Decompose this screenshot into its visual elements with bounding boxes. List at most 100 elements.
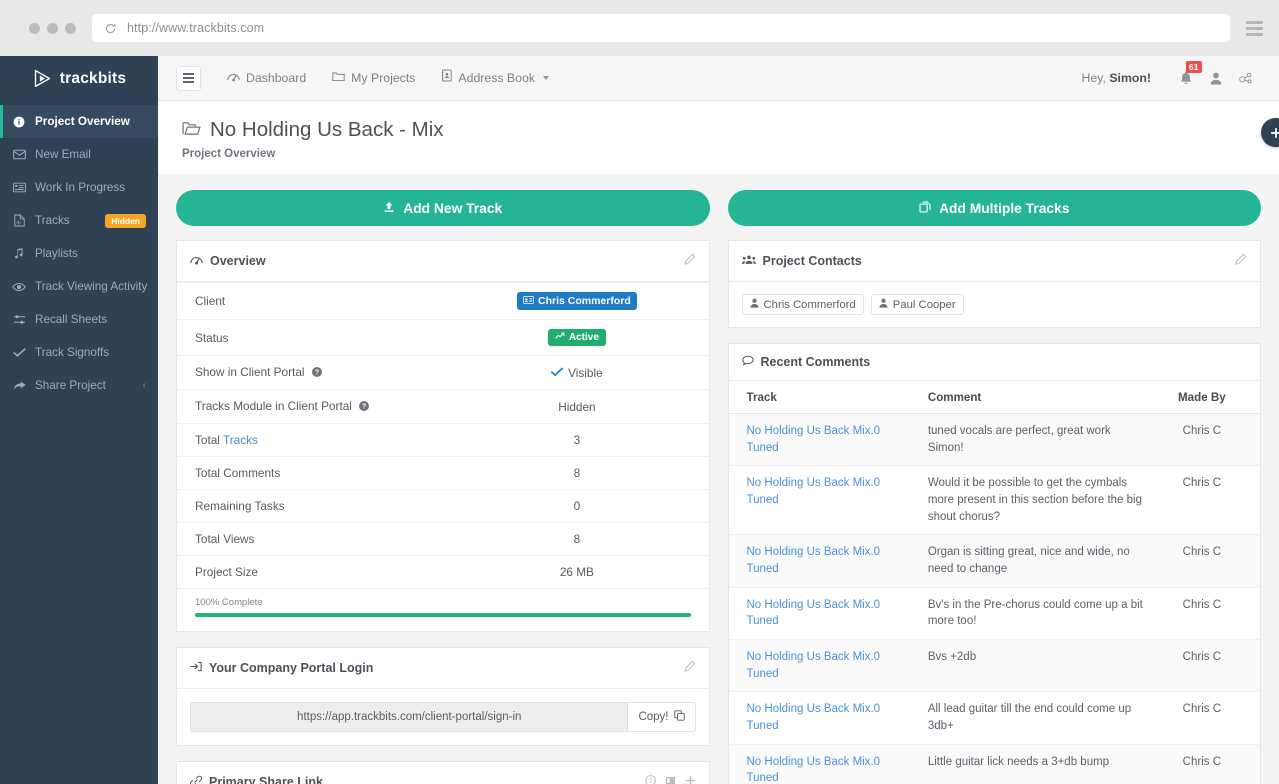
copy-portal-url-button[interactable]: Copy!: [627, 702, 696, 732]
help-circle-icon[interactable]: ?: [359, 400, 370, 414]
notifications-button[interactable]: 61: [1171, 61, 1202, 93]
brand-name: trackbits: [59, 69, 127, 87]
table-row[interactable]: No Holding Us Back Mix.0 Tuned tuned voc…: [728, 413, 1260, 467]
row-label: Show in Client Portal ?: [177, 356, 485, 390]
svg-text:?: ?: [362, 403, 366, 411]
sidebar-item-share-project[interactable]: Share Project ‹: [0, 369, 158, 402]
sidebar-item-project-overview[interactable]: Project Overview: [0, 105, 158, 138]
table-row[interactable]: No Holding Us Back Mix.0 Tuned Bvs +2db …: [728, 639, 1260, 693]
help-circle-icon[interactable]: ?: [311, 366, 322, 380]
sidebar-item-label: Playlists: [35, 247, 78, 260]
topnav-item-my-projects[interactable]: My Projects: [319, 56, 428, 101]
copy-label: Copy!: [638, 711, 669, 723]
sidebar-toggle-button[interactable]: [176, 65, 201, 91]
add-new-track-label: Add New Track: [403, 200, 503, 216]
page-title: No Holding Us Back - Mix: [182, 118, 1255, 142]
sidebar-item-tracks[interactable]: Tracks Hidden: [0, 204, 158, 237]
topnav-item-address-book[interactable]: Address Book: [428, 56, 562, 101]
folder-icon: [332, 56, 345, 101]
window-close-dot[interactable]: [29, 22, 40, 34]
table-row[interactable]: No Holding Us Back Mix.0 Tuned Organ is …: [728, 534, 1260, 588]
overview-row-project-size: Project Size 26 MB: [177, 556, 709, 589]
recent-comments-table: Track Comment Made By No Holding Us Back…: [728, 381, 1260, 784]
user-profile-button[interactable]: [1201, 63, 1231, 93]
dashboard-icon: [227, 56, 240, 101]
comment-author-cell: Chris C: [1153, 587, 1260, 641]
user-icon: [749, 298, 759, 311]
window-minimize-dot[interactable]: [47, 22, 58, 34]
track-link[interactable]: No Holding Us Back Mix.0 Tuned: [747, 477, 881, 506]
track-link[interactable]: No Holding Us Back Mix.0 Tuned: [747, 425, 881, 454]
copy-multiple-icon: [919, 200, 931, 216]
brand-logo-area[interactable]: trackbits: [0, 56, 158, 101]
progress-bar-track: [195, 613, 691, 617]
sign-in-icon: [190, 661, 202, 675]
window-maximize-dot[interactable]: [65, 22, 76, 34]
sidebar-item-work-in-progress[interactable]: Work In Progress: [0, 171, 158, 204]
add-new-track-button[interactable]: Add New Track: [176, 190, 710, 226]
row-value: Visible: [485, 356, 708, 390]
table-row[interactable]: No Holding Us Back Mix.0 Tuned Would it …: [728, 465, 1260, 536]
sidebar-item-track-viewing-activity[interactable]: Track Viewing Activity: [0, 270, 158, 303]
address-bar[interactable]: http://www.trackbits.com: [92, 14, 1230, 42]
track-link[interactable]: No Holding Us Back Mix.0 Tuned: [747, 756, 881, 784]
comment-track-cell: No Holding Us Back Mix.0 Tuned: [728, 639, 920, 693]
add-multiple-tracks-button[interactable]: Add Multiple Tracks: [727, 190, 1261, 226]
contact-chip[interactable]: Chris Commerford: [741, 294, 864, 315]
sidebar-item-recall-sheets[interactable]: Recall Sheets: [0, 303, 158, 336]
table-row[interactable]: No Holding Us Back Mix.0 Tuned Bv's in t…: [728, 587, 1260, 641]
contact-chip[interactable]: Paul Cooper: [870, 294, 964, 315]
sidebar-item-track-signoffs[interactable]: Track Signoffs: [0, 336, 158, 369]
comment-text-cell: tuned vocals are perfect, great work Sim…: [919, 413, 1154, 467]
plus-icon[interactable]: [685, 773, 696, 784]
table-row[interactable]: No Holding Us Back Mix.0 Tuned Little gu…: [728, 744, 1260, 784]
chevron-left-icon: ‹: [142, 380, 146, 391]
overview-row-status: Status Active: [177, 320, 709, 356]
edit-pencil-icon[interactable]: [683, 659, 696, 677]
file-audio-icon: [12, 214, 26, 227]
comment-text-cell: Little guitar lick needs a 3+db bump: [919, 744, 1154, 784]
table-row[interactable]: No Holding Us Back Mix.0 Tuned All lead …: [728, 691, 1260, 745]
greeting-username: Simon!: [1109, 71, 1151, 85]
track-link[interactable]: No Holding Us Back Mix.0 Tuned: [747, 703, 881, 732]
portal-login-card-header: Your Company Portal Login: [177, 648, 709, 689]
overview-title-text: Overview: [210, 254, 266, 268]
project-contacts-card-actions: [1235, 252, 1247, 270]
comment-track-cell: No Holding Us Back Mix.0 Tuned: [728, 587, 920, 641]
comment-author-cell: Chris C: [1153, 639, 1260, 693]
share-link-title-text: Primary Share Link: [209, 775, 323, 784]
share-settings-button[interactable]: [1231, 63, 1261, 93]
overview-row-client: Client Chris Commerford: [177, 282, 709, 320]
comments-table-body: No Holding Us Back Mix.0 Tuned tuned voc…: [728, 413, 1260, 784]
track-link[interactable]: No Holding Us Back Mix.0 Tuned: [747, 546, 881, 575]
comment-author-cell: Chris C: [1153, 744, 1260, 784]
help-circle-icon[interactable]: ?: [644, 773, 656, 784]
users-group-icon: [741, 254, 756, 268]
client-badge-label: Chris Commerford: [538, 295, 631, 307]
comment-track-cell: No Holding Us Back Mix.0 Tuned: [728, 465, 920, 536]
reload-icon[interactable]: [104, 22, 117, 35]
row-label: Project Size: [195, 565, 258, 579]
share-link-card-title: Primary Share Link: [189, 775, 323, 784]
edit-pencil-icon[interactable]: [683, 252, 696, 270]
sidebar-item-new-email[interactable]: New Email: [0, 138, 158, 171]
track-link[interactable]: No Holding Us Back Mix.0 Tuned: [747, 651, 881, 680]
sidebar-item-playlists[interactable]: Playlists: [0, 237, 158, 270]
user-icon: [879, 298, 888, 311]
add-floating-action-button[interactable]: [1261, 118, 1279, 147]
content-grid: Add New Track Overview Client Chris Comm…: [158, 174, 1279, 784]
edit-pencil-icon[interactable]: [1235, 252, 1247, 270]
progress-bar-fill: [195, 613, 691, 617]
portal-url-field[interactable]: https://app.trackbits.com/client-portal/…: [190, 702, 628, 732]
track-link[interactable]: No Holding Us Back Mix.0 Tuned: [747, 599, 881, 628]
browser-menu-icon[interactable]: [1246, 20, 1263, 36]
check-icon: [551, 366, 564, 380]
column-header-comment: Comment: [919, 381, 1154, 414]
total-tracks-link[interactable]: Tracks: [223, 433, 258, 447]
page-scroll-area[interactable]: No Holding Us Back - Mix Project Overvie…: [158, 101, 1279, 784]
list-icon[interactable]: [665, 773, 676, 784]
topnav-item-dashboard[interactable]: Dashboard: [214, 56, 319, 101]
recent-comments-title-text: Recent Comments: [760, 355, 871, 369]
client-badge[interactable]: Chris Commerford: [517, 292, 637, 310]
window-controls[interactable]: [29, 22, 76, 34]
